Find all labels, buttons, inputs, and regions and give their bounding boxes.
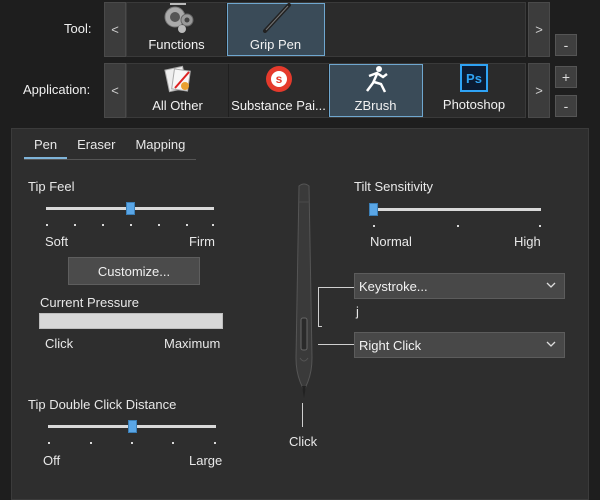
functions-icon [160,3,194,33]
application-substance-painter-label: Substance Pai... [231,98,326,112]
tool-row-label: Tool: [64,21,92,36]
tilt-normal-label: Normal [370,234,412,249]
tool-strip: Functions Grip Pen [126,2,526,57]
remove-tool-button[interactable]: - [555,34,577,56]
tab-divider [24,159,196,160]
application-row-label: Application: [23,82,91,97]
tip-double-click-large-label: Large [189,453,223,468]
photoshop-logo-text: Ps [466,70,482,86]
substance-painter-icon: s [262,64,296,94]
tool-functions[interactable]: Functions [127,3,227,56]
tip-feel-title: Tip Feel [28,179,75,194]
application-photoshop-label: Photoshop [442,97,506,112]
grip-pen-icon [259,3,293,33]
settings-tabs: Pen Eraser Mapping [24,135,195,159]
application-scroll-right-button[interactable]: > [528,63,550,118]
current-pressure-maximum-label: Maximum [164,336,221,351]
pen-tip-click-label: Click [289,434,318,449]
application-strip: All Other s Substance Pai... ZBrush Ps P… [126,63,526,118]
svg-text:s: s [275,72,282,86]
pen-illustration [290,182,318,400]
customize-button[interactable]: Customize... [68,257,200,285]
tool-scroll-left-button[interactable]: < [104,2,126,57]
tip-connector [302,403,303,427]
upper-button-dropdown[interactable]: Keystroke... [354,273,565,299]
chevron-down-icon [546,341,556,347]
tool-grip-pen[interactable]: Grip Pen [227,3,325,56]
all-other-apps-icon [161,64,195,94]
remove-application-button[interactable]: - [555,95,577,117]
application-scroll-left-button[interactable]: < [104,63,126,118]
tilt-track[interactable] [373,208,541,211]
tool-grip-pen-label: Grip Pen [249,37,302,51]
application-all-other-label: All Other [152,98,203,112]
tip-double-click-slider-thumb[interactable] [128,420,137,433]
tip-feel-firm-label: Firm [189,234,215,249]
tip-double-click-off-label: Off [43,453,61,468]
lower-button-dropdown-value: Right Click [359,337,422,353]
tab-mapping[interactable]: Mapping [125,135,195,159]
lower-button-dropdown[interactable]: Right Click [354,332,565,358]
zbrush-icon [359,64,393,94]
upper-button-keystroke-value: j [356,304,359,319]
tool-functions-label: Functions [148,37,205,51]
tab-pen[interactable]: Pen [24,135,68,159]
tip-double-click-title: Tip Double Click Distance [28,397,177,412]
upper-button-connector-h [318,287,354,288]
application-substance-painter[interactable]: s Substance Pai... [229,64,329,117]
add-application-button[interactable]: + [555,66,577,88]
tilt-high-label: High [514,234,541,249]
lower-button-connector [318,344,354,345]
tilt-slider-thumb[interactable] [369,203,378,216]
tip-feel-soft-label: Soft [45,234,69,249]
application-zbrush-label: ZBrush [354,98,397,112]
current-pressure-bar [39,313,223,329]
current-pressure-title: Current Pressure [40,295,139,310]
tab-eraser[interactable]: Eraser [67,135,125,159]
chevron-down-icon [546,282,556,288]
tip-feel-slider-thumb[interactable] [126,202,135,215]
photoshop-icon: Ps [457,64,491,93]
application-photoshop[interactable]: Ps Photoshop [423,64,525,117]
application-all-other[interactable]: All Other [127,64,229,117]
upper-button-connector [318,287,319,327]
upper-button-connector-tick [318,326,322,327]
application-zbrush[interactable]: ZBrush [329,64,423,117]
tilt-sensitivity-title: Tilt Sensitivity [354,179,433,194]
tool-scroll-right-button[interactable]: > [528,2,550,57]
current-pressure-click-label: Click [45,336,74,351]
upper-button-dropdown-value: Keystroke... [359,278,428,294]
